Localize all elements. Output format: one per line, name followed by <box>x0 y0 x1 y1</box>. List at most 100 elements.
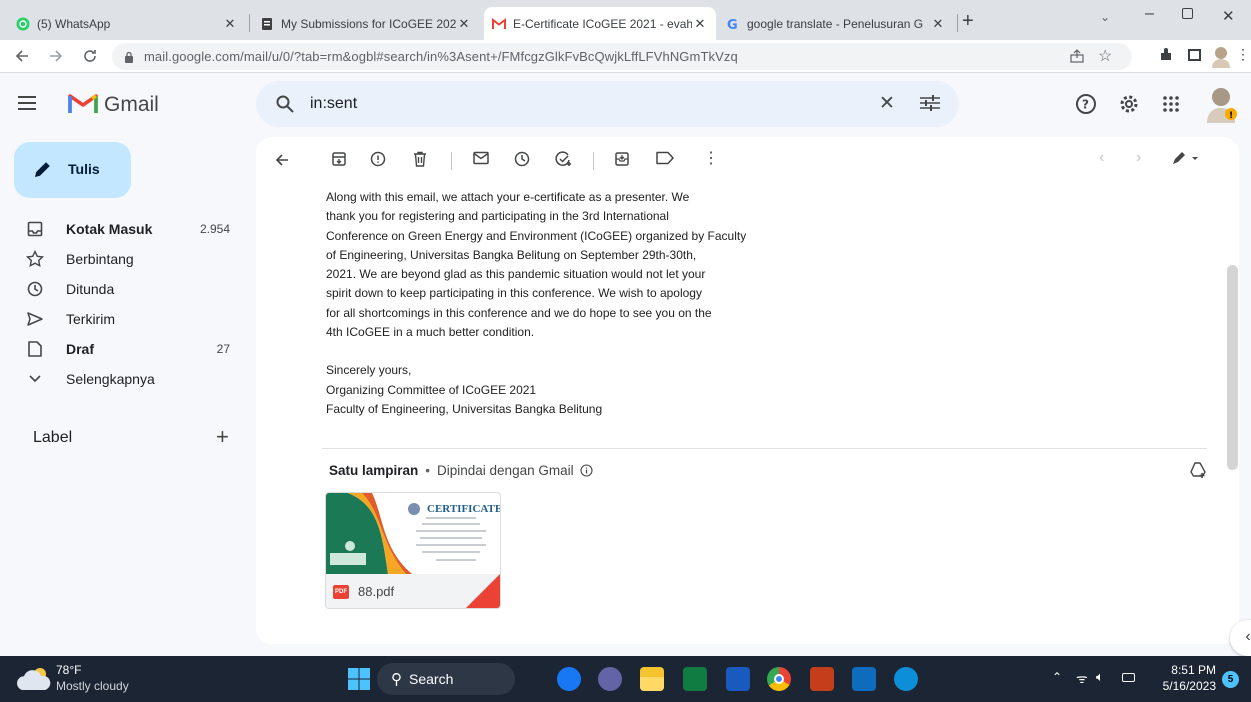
settings-gear-icon[interactable] <box>1118 93 1140 115</box>
input-tools-icon[interactable] <box>1172 151 1200 165</box>
gmail-icon <box>492 17 506 30</box>
url-text: mail.google.com/mail/u/0/?tab=rm&ogbl#se… <box>144 49 738 64</box>
apps-grid-icon[interactable] <box>1162 95 1180 113</box>
add-to-drive-icon[interactable] <box>1189 461 1207 479</box>
reload-icon[interactable] <box>82 48 98 64</box>
search-input[interactable]: in:sent <box>310 95 357 113</box>
address-bar[interactable]: mail.google.com/mail/u/0/?tab=rm&ogbl#se… <box>112 43 1132 70</box>
taskbar-search[interactable]: ⚲ Search <box>377 663 515 695</box>
search-bar[interactable]: in:sent ✕ <box>256 81 959 127</box>
restore-button[interactable] <box>1182 8 1193 19</box>
tab-google-translate[interactable]: G google translate - Penelusuran G ✕ <box>718 7 954 40</box>
tab-submissions[interactable]: My Submissions for ICoGEE 2021 ✕ <box>252 7 480 40</box>
teams-icon[interactable] <box>598 667 622 691</box>
compose-button[interactable]: Tulis <box>14 142 131 198</box>
sidebar-item-drafts[interactable]: Draf 27 <box>16 334 240 364</box>
taskbar-app-icon[interactable] <box>557 667 581 691</box>
minimize-button[interactable]: – <box>1145 5 1154 23</box>
powerpoint-icon[interactable] <box>810 667 834 691</box>
bookmark-star-icon[interactable]: ☆ <box>1098 46 1112 66</box>
weather-temp: 78°F <box>56 663 82 677</box>
excel-icon[interactable] <box>683 667 707 691</box>
tab-title: google translate - Penelusuran G <box>747 16 924 31</box>
chrome-icon[interactable] <box>767 667 791 691</box>
sidebar-item-more[interactable]: Selengkapnya <box>16 364 240 394</box>
edge-icon[interactable] <box>894 667 918 691</box>
close-icon[interactable]: ✕ <box>456 16 472 32</box>
tray-chevron-icon[interactable]: ⌃ <box>1052 670 1062 684</box>
new-tab-button[interactable]: + <box>962 10 974 33</box>
submission-icon <box>260 17 274 31</box>
weather-cloud-icon[interactable] <box>16 664 54 692</box>
compose-label: Tulis <box>68 161 100 177</box>
close-icon[interactable]: ✕ <box>930 16 946 32</box>
battery-icon[interactable] <box>1122 673 1135 682</box>
gmail-logo-icon[interactable] <box>68 91 98 115</box>
browser-menu-icon[interactable]: ⋮ <box>1236 46 1250 63</box>
account-avatar[interactable]: ! <box>1204 83 1238 123</box>
body-line: spirit down to keep participating in thi… <box>326 286 702 301</box>
more-options-icon[interactable]: ⋮ <box>703 148 719 168</box>
add-label-icon[interactable]: + <box>216 424 229 450</box>
sidebar-item-label: Berbintang <box>66 251 134 267</box>
mark-unread-icon[interactable] <box>473 151 489 165</box>
email-body: Along with this email, we attach your e-… <box>326 188 886 419</box>
search-icon[interactable] <box>276 95 294 113</box>
word-icon[interactable] <box>726 667 750 691</box>
clear-search-icon[interactable]: ✕ <box>879 92 895 115</box>
scrollbar-thumb[interactable] <box>1227 265 1238 470</box>
help-icon[interactable]: ? <box>1075 93 1097 115</box>
google-icon: G <box>726 17 740 31</box>
gmail-logo-text: Gmail <box>104 93 159 116</box>
archive-icon[interactable] <box>331 151 347 167</box>
profile-avatar[interactable] <box>1210 44 1232 68</box>
volume-icon[interactable]: 🔈︎ <box>1096 669 1104 685</box>
share-icon[interactable] <box>1070 49 1084 63</box>
start-windows-icon[interactable] <box>348 668 370 690</box>
back-icon[interactable] <box>14 48 30 64</box>
add-task-icon[interactable] <box>555 151 573 167</box>
body-line: of Engineering, Universitas Bangka Belit… <box>326 247 697 262</box>
notification-badge[interactable]: 5 <box>1222 671 1239 688</box>
sidebar-item-sent[interactable]: Terkirim <box>16 304 240 334</box>
back-arrow-icon[interactable] <box>274 152 290 168</box>
label-icon[interactable] <box>656 151 674 165</box>
star-icon <box>24 250 46 268</box>
info-icon[interactable] <box>580 464 593 477</box>
close-icon[interactable]: ✕ <box>692 16 708 32</box>
close-icon[interactable]: ✕ <box>222 16 238 32</box>
body-line: 4th ICoGEE in a much better condition. <box>326 325 535 340</box>
snooze-icon[interactable] <box>514 151 530 167</box>
sidebar-item-inbox[interactable]: Kotak Masuk 2.954 <box>16 214 240 244</box>
forward-icon[interactable] <box>48 48 64 64</box>
main-menu-icon[interactable] <box>18 96 36 110</box>
attachment-filename: 88.pdf <box>358 584 395 599</box>
newer-icon[interactable]: ‹ <box>1099 149 1104 167</box>
clock-date[interactable]: 5/16/2023 <box>1150 679 1216 693</box>
attachment-card[interactable]: CERTIFICATE PDF 88.pdf <box>325 492 501 609</box>
tab-ecertificate[interactable]: E-Certificate ICoGEE 2021 - evah ✕ <box>484 7 716 40</box>
delete-icon[interactable] <box>413 151 427 167</box>
report-spam-icon[interactable] <box>370 151 386 167</box>
sidebar-item-snoozed[interactable]: Ditunda <box>16 274 240 304</box>
search-options-icon[interactable] <box>920 94 940 112</box>
body-line: Conference on Green Energy and Environme… <box>326 228 747 243</box>
tab-search-icon[interactable]: ⌄ <box>1100 10 1110 24</box>
whatsapp-icon <box>16 17 30 31</box>
browser-toolbar: mail.google.com/mail/u/0/?tab=rm&ogbl#se… <box>0 40 1251 73</box>
separator-dot: • <box>425 463 431 478</box>
pdf-icon: PDF <box>333 585 349 599</box>
older-icon[interactable]: › <box>1136 149 1141 167</box>
sidebar-item-starred[interactable]: Berbintang <box>16 244 240 274</box>
wifi-icon[interactable]: ᯤ <box>1076 669 1088 687</box>
clock-time[interactable]: 8:51 PM <box>1160 663 1216 677</box>
tab-title: My Submissions for ICoGEE 2021 <box>281 16 456 31</box>
file-explorer-icon[interactable] <box>640 667 664 691</box>
side-panel-icon[interactable] <box>1188 49 1201 61</box>
window-close-button[interactable]: ✕ <box>1222 7 1235 25</box>
extensions-icon[interactable] <box>1158 47 1174 63</box>
pencil-icon <box>32 160 52 180</box>
ms-store-icon[interactable] <box>852 667 876 691</box>
move-to-icon[interactable] <box>614 151 630 167</box>
tab-whatsapp[interactable]: (5) WhatsApp ✕ <box>8 7 246 40</box>
